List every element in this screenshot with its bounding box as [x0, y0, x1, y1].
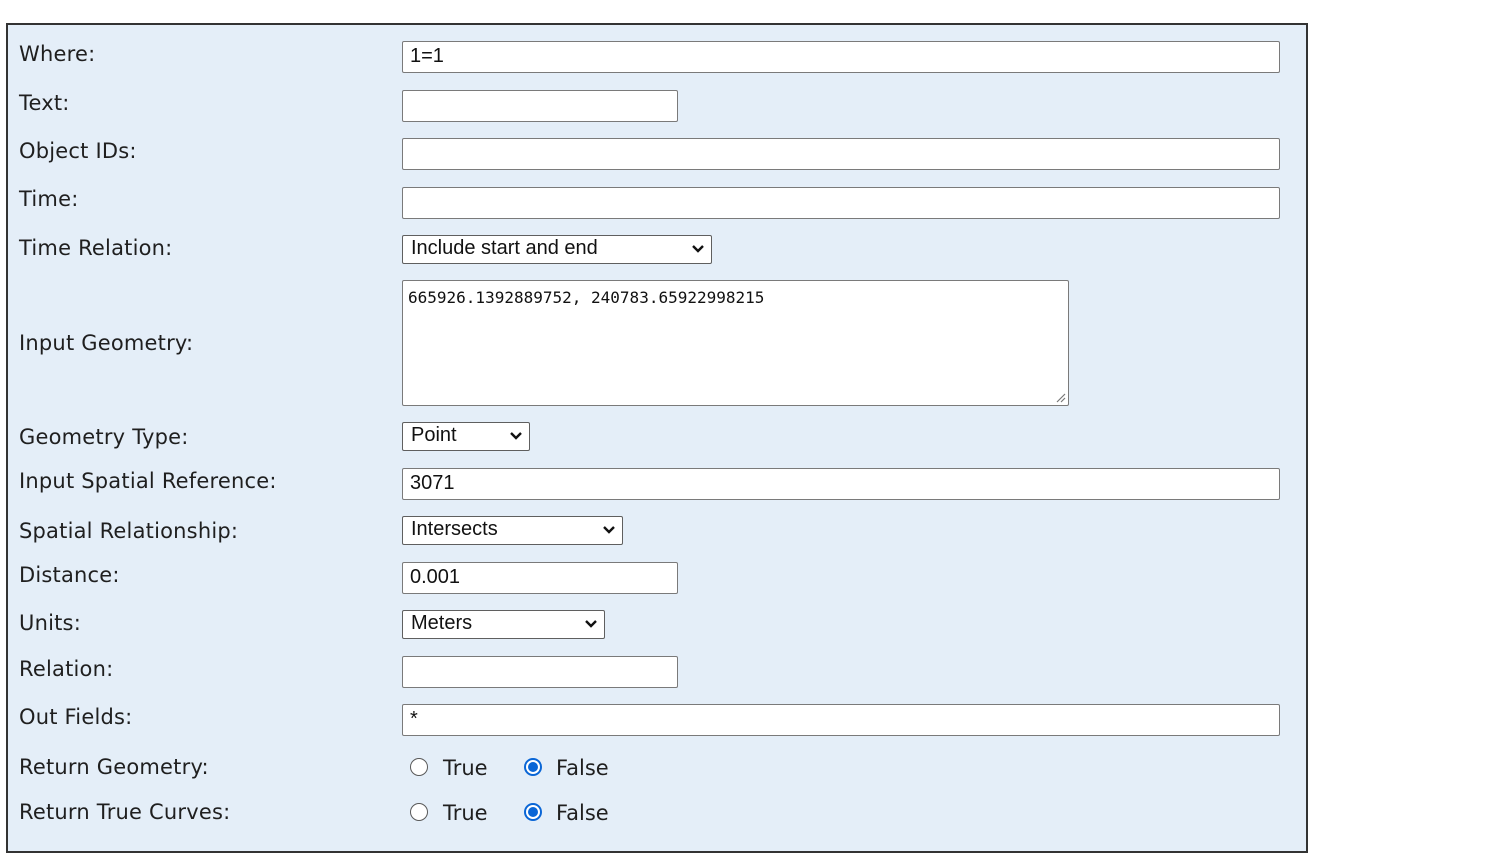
distance-label: Distance: — [19, 563, 120, 587]
return-geometry-false-label: False — [556, 756, 609, 780]
time-relation-select[interactable]: Include start and end — [402, 235, 712, 264]
chevron-down-icon — [603, 526, 615, 534]
object-ids-input[interactable] — [402, 138, 1280, 170]
units-value: Meters — [411, 612, 473, 634]
relation-input[interactable] — [402, 656, 678, 688]
distance-input[interactable]: 0.001 — [402, 562, 678, 594]
where-input[interactable]: 1=1 — [402, 41, 1280, 73]
return-true-curves-true-radio[interactable] — [410, 803, 428, 821]
text-input[interactable] — [402, 90, 678, 122]
return-geometry-false-radio[interactable] — [524, 758, 542, 776]
out-fields-label: Out Fields: — [19, 705, 133, 729]
spatial-relationship-value: Intersects — [411, 518, 498, 540]
spatial-relationship-label: Spatial Relationship: — [19, 519, 239, 543]
where-label: Where: — [19, 42, 96, 66]
return-true-curves-label: Return True Curves: — [19, 800, 231, 824]
relation-label: Relation: — [19, 657, 114, 681]
chevron-down-icon — [510, 432, 522, 440]
return-true-curves-true-label: True — [443, 801, 488, 825]
resize-grip-icon[interactable] — [1054, 391, 1066, 403]
input-spatial-reference-label: Input Spatial Reference: — [19, 469, 277, 493]
chevron-down-icon — [692, 245, 704, 253]
time-label: Time: — [19, 187, 79, 211]
text-label: Text: — [19, 91, 70, 115]
return-true-curves-false-radio[interactable] — [524, 803, 542, 821]
chevron-down-icon — [585, 620, 597, 628]
return-geometry-true-radio[interactable] — [410, 758, 428, 776]
geometry-type-label: Geometry Type: — [19, 425, 189, 449]
input-geometry-value: 665926.1392889752, 240783.65922998215 — [408, 288, 765, 307]
return-geometry-true-label: True — [443, 756, 488, 780]
units-select[interactable]: Meters — [402, 610, 605, 639]
time-relation-label: Time Relation: — [19, 236, 173, 260]
return-true-curves-false-label: False — [556, 801, 609, 825]
geometry-type-select[interactable]: Point — [402, 422, 530, 451]
out-fields-input[interactable]: * — [402, 704, 1280, 736]
geometry-type-value: Point — [411, 424, 457, 446]
object-ids-label: Object IDs: — [19, 139, 137, 163]
spatial-relationship-select[interactable]: Intersects — [402, 516, 623, 545]
units-label: Units: — [19, 611, 81, 635]
input-spatial-reference-input[interactable]: 3071 — [402, 468, 1280, 500]
time-relation-value: Include start and end — [411, 237, 598, 259]
input-geometry-textarea[interactable]: 665926.1392889752, 240783.65922998215 — [402, 280, 1069, 406]
return-geometry-label: Return Geometry: — [19, 755, 209, 779]
input-geometry-label: Input Geometry: — [19, 331, 194, 355]
time-input[interactable] — [402, 187, 1280, 219]
